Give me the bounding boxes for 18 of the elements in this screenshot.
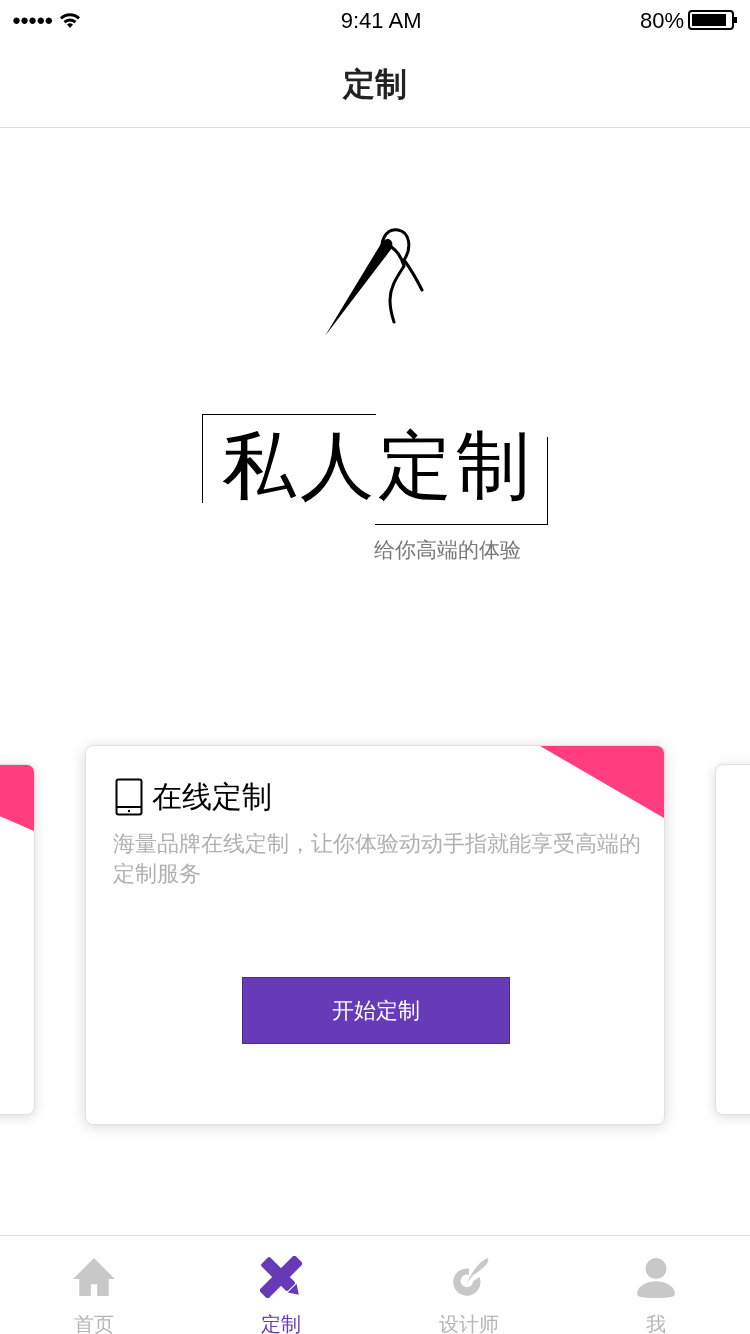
battery-percent: 80% xyxy=(639,6,684,35)
wifi-icon xyxy=(58,11,83,29)
start-button[interactable]: 开始定制 xyxy=(242,977,510,1044)
tab-item[interactable]: 设计师 xyxy=(375,1236,563,1334)
card-description: 海量品牌在线定制，让你体验动动手指就能享受高端的定制服务 xyxy=(113,830,642,888)
status-time: 9:41 AM xyxy=(339,6,423,35)
signal-strength: ●●●●● xyxy=(12,9,53,30)
home-icon xyxy=(72,1256,115,1298)
card-title: 在线定制 xyxy=(152,779,272,815)
hero-title: 私人定制 xyxy=(222,426,534,506)
tab-item[interactable]: 我 xyxy=(562,1236,750,1334)
battery-icon xyxy=(688,9,738,31)
tablet-icon xyxy=(115,777,143,816)
page-title: 定制 xyxy=(343,64,407,104)
hero-subtitle: 给你高端的体验 xyxy=(374,537,521,563)
person-icon xyxy=(635,1256,678,1298)
tab-item[interactable]: 定制 xyxy=(187,1236,375,1334)
tab-item[interactable]: 首页 xyxy=(0,1236,188,1334)
